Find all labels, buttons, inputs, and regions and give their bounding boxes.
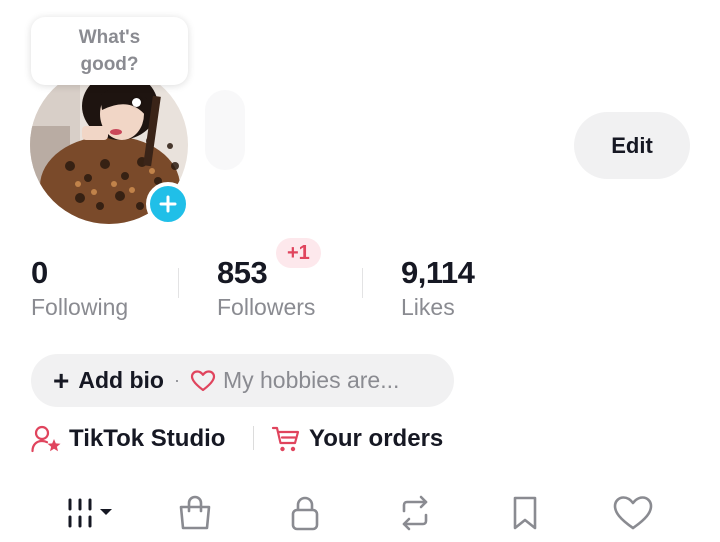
stat-following[interactable]: 0 Following [31,253,128,321]
shopping-bag-icon [179,495,211,530]
tiktok-studio-link[interactable]: TikTok Studio [31,421,225,457]
edit-profile-button[interactable]: Edit [574,112,690,179]
hobby-placeholder: My hobbies are... [222,367,400,393]
tab-videos[interactable] [62,488,122,538]
tab-shop[interactable] [170,488,220,538]
status-bubble-text: What's good? [78,27,141,75]
tab-private[interactable] [280,488,330,538]
profile-tab-bar [0,488,720,538]
shopping-cart-icon [271,426,300,452]
lock-icon [291,496,319,531]
stat-likes[interactable]: 9,114 Likes [401,253,475,321]
status-bubble[interactable]: What's good? [31,17,188,85]
your-orders-link[interactable]: Your orders [271,421,443,457]
tab-favorites[interactable] [500,488,550,538]
plus-icon: + [53,364,70,396]
add-story-button[interactable] [146,182,190,226]
tiktok-studio-label: TikTok Studio [69,425,226,452]
tab-liked[interactable] [608,488,658,538]
your-orders-label: Your orders [309,425,444,452]
bookmark-icon [513,496,537,530]
add-bio-label: Add bio [78,367,164,393]
repost-icon [402,495,428,531]
following-label: Following [31,294,129,320]
plus-icon [159,195,177,213]
creator-user-icon [31,425,61,453]
stat-followers[interactable]: 853 Followers [217,253,315,321]
stat-divider [362,268,363,298]
followers-label: Followers [217,294,316,320]
tab-reposts[interactable] [390,488,440,538]
background-decoration [205,90,245,170]
likes-label: Likes [401,294,455,320]
followers-count: 853 [217,255,268,290]
following-count: 0 [31,255,48,290]
link-divider [253,426,254,450]
heart-icon [613,496,653,530]
grid-icon [68,498,112,528]
bio-separator: · [173,370,180,390]
bubble-tail [132,98,141,107]
stat-divider [178,268,179,298]
chevron-down-icon [100,509,112,515]
likes-count: 9,114 [401,255,475,290]
heart-icon [190,369,216,391]
add-bio-button[interactable]: + Add bio · My hobbies are... [31,354,454,407]
